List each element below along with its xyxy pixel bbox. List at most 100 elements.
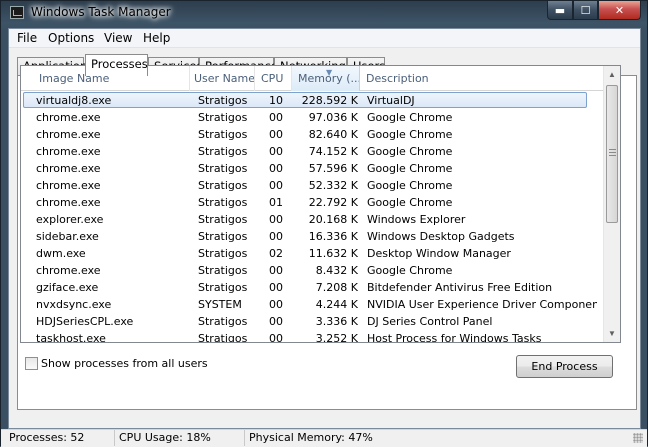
cell-image-name: gziface.exe bbox=[36, 281, 99, 294]
column-cpu[interactable]: CPU bbox=[255, 66, 292, 91]
cell-image-name: chrome.exe bbox=[36, 111, 101, 124]
cell-cpu: 10 bbox=[269, 94, 283, 107]
column-user-name[interactable]: User Name bbox=[190, 66, 255, 91]
show-all-users-checkbox[interactable] bbox=[25, 356, 38, 370]
cell-user-name: Stratigos bbox=[198, 213, 248, 226]
cell-memory: 4.244 K bbox=[315, 298, 358, 311]
cell-memory: 97.036 K bbox=[308, 111, 358, 124]
cell-image-name: explorer.exe bbox=[36, 213, 104, 226]
menu-file[interactable]: File bbox=[17, 31, 37, 45]
table-row[interactable]: dwm.exe Stratigos 02 11.632 K Desktop Window… bbox=[21, 245, 604, 262]
table-row[interactable]: chrome.exe Stratigos 00 8.432 K Google Chrom… bbox=[21, 262, 604, 279]
menu-view[interactable]: View bbox=[104, 31, 132, 45]
cell-cpu: 02 bbox=[269, 247, 283, 260]
cell-image-name: chrome.exe bbox=[36, 128, 101, 141]
menu-options[interactable]: Options bbox=[48, 31, 94, 45]
cell-user-name: Stratigos bbox=[198, 315, 248, 328]
cell-memory: 3.336 K bbox=[315, 315, 358, 328]
table-row[interactable]: HDJSeriesCPL.exe Stratigos 00 3.336 K DJ Ser… bbox=[21, 313, 604, 330]
cell-description: NVIDIA User Experience Driver Component bbox=[367, 298, 597, 311]
cell-memory: 7.208 K bbox=[315, 281, 358, 294]
cell-image-name: sidebar.exe bbox=[36, 230, 99, 243]
cell-description: Windows Explorer bbox=[367, 213, 466, 226]
caption-buttons: ▬ ☐ ✕ bbox=[547, 1, 641, 20]
cell-memory: 82.640 K bbox=[308, 128, 358, 141]
resize-grip-icon[interactable] bbox=[633, 433, 643, 443]
table-row[interactable]: chrome.exe Stratigos 01 22.792 K Google Chro… bbox=[21, 194, 604, 211]
table-row[interactable]: chrome.exe Stratigos 00 57.596 K Google Chro… bbox=[21, 160, 604, 177]
table-row[interactable]: taskhost.exe Stratigos 00 3.252 K Host Proce… bbox=[21, 330, 604, 343]
table-row[interactable]: chrome.exe Stratigos 00 52.332 K Google Chro… bbox=[21, 177, 604, 194]
cell-description: Google Chrome bbox=[367, 145, 453, 158]
cell-image-name: taskhost.exe bbox=[36, 332, 106, 343]
cell-memory: 3.252 K bbox=[315, 332, 358, 343]
grip-line bbox=[609, 155, 616, 156]
cell-description: Google Chrome bbox=[367, 128, 453, 141]
cell-user-name: Stratigos bbox=[198, 196, 248, 209]
cell-description: DJ Series Control Panel bbox=[367, 315, 493, 328]
table-row[interactable]: virtualdj8.exe Stratigos 10 228.592 K Virtua… bbox=[21, 92, 604, 109]
minimize-button[interactable]: ▬ bbox=[547, 1, 573, 20]
close-button[interactable]: ✕ bbox=[598, 1, 641, 20]
cell-memory: 20.168 K bbox=[308, 213, 358, 226]
cell-memory: 8.432 K bbox=[315, 264, 358, 277]
tab-processes[interactable]: Processes bbox=[85, 54, 148, 76]
end-process-button[interactable]: End Process bbox=[516, 355, 613, 378]
cell-cpu: 00 bbox=[269, 315, 283, 328]
status-physical-memory: Physical Memory: 47% bbox=[244, 430, 414, 446]
vertical-scrollbar[interactable]: ▲ ▼ bbox=[603, 66, 620, 342]
cell-image-name: virtualdj8.exe bbox=[36, 94, 112, 107]
task-manager-window: Windows Task Manager ▬ ☐ ✕ File Options … bbox=[0, 0, 648, 447]
column-description[interactable]: Description bbox=[360, 66, 604, 91]
cell-memory: 16.336 K bbox=[308, 230, 358, 243]
cell-image-name: chrome.exe bbox=[36, 196, 101, 209]
window-title: Windows Task Manager bbox=[31, 5, 171, 19]
table-row[interactable]: sidebar.exe Stratigos 00 16.336 K Windows De… bbox=[21, 228, 604, 245]
scroll-thumb[interactable] bbox=[606, 85, 618, 223]
table-row[interactable]: chrome.exe Stratigos 00 82.640 K Google Chro… bbox=[21, 126, 604, 143]
cell-image-name: chrome.exe bbox=[36, 162, 101, 175]
cell-description: Google Chrome bbox=[367, 196, 453, 209]
cell-user-name: Stratigos bbox=[198, 128, 248, 141]
cell-user-name: Stratigos bbox=[198, 179, 248, 192]
cell-cpu: 00 bbox=[269, 213, 283, 226]
cell-memory: 22.792 K bbox=[308, 196, 358, 209]
cell-memory: 57.596 K bbox=[308, 162, 358, 175]
cell-description: Google Chrome bbox=[367, 162, 453, 175]
process-list[interactable]: Image Name User Name CPU ▼ Memory (... D… bbox=[20, 65, 621, 343]
cell-user-name: Stratigos bbox=[198, 247, 248, 260]
table-row[interactable]: chrome.exe Stratigos 00 97.036 K Google Chro… bbox=[21, 109, 604, 126]
scroll-up-icon[interactable]: ▲ bbox=[604, 66, 620, 83]
cell-cpu: 00 bbox=[269, 145, 283, 158]
cell-cpu: 00 bbox=[269, 128, 283, 141]
sort-descending-icon: ▼ bbox=[326, 68, 333, 77]
table-row[interactable]: gziface.exe Stratigos 00 7.208 K Bitdefender… bbox=[21, 279, 604, 296]
task-manager-icon bbox=[10, 6, 24, 19]
status-processes: Processes: 52 bbox=[9, 431, 85, 444]
menu-bar: File Options View Help bbox=[9, 29, 640, 48]
cell-description: Google Chrome bbox=[367, 179, 453, 192]
cell-description: Host Process for Windows Tasks bbox=[367, 332, 542, 343]
cell-cpu: 00 bbox=[269, 298, 283, 311]
cell-user-name: Stratigos bbox=[198, 332, 248, 343]
table-row[interactable]: nvxdsync.exe SYSTEM 00 4.244 K NVIDIA User E… bbox=[21, 296, 604, 313]
cell-user-name: SYSTEM bbox=[198, 298, 242, 311]
show-all-users-option[interactable]: Show processes from all users bbox=[25, 356, 208, 370]
cell-user-name: Stratigos bbox=[198, 281, 248, 294]
table-row[interactable]: chrome.exe Stratigos 00 74.152 K Google Chro… bbox=[21, 143, 604, 160]
cell-cpu: 00 bbox=[269, 179, 283, 192]
menu-help[interactable]: Help bbox=[143, 31, 170, 45]
cell-cpu: 00 bbox=[269, 230, 283, 243]
title-bar[interactable]: Windows Task Manager ▬ ☐ ✕ bbox=[1, 1, 647, 28]
scroll-down-icon[interactable]: ▼ bbox=[604, 325, 620, 342]
cell-image-name: HDJSeriesCPL.exe bbox=[36, 315, 134, 328]
cell-user-name: Stratigos bbox=[198, 145, 248, 158]
cell-cpu: 00 bbox=[269, 162, 283, 175]
cell-user-name: Stratigos bbox=[198, 230, 248, 243]
table-row[interactable]: explorer.exe Stratigos 00 20.168 K Windows E… bbox=[21, 211, 604, 228]
cell-memory: 52.332 K bbox=[308, 179, 358, 192]
column-memory[interactable]: ▼ Memory (... bbox=[292, 66, 360, 91]
maximize-button[interactable]: ☐ bbox=[573, 1, 598, 20]
cell-cpu: 00 bbox=[269, 281, 283, 294]
cell-user-name: Stratigos bbox=[198, 94, 248, 107]
